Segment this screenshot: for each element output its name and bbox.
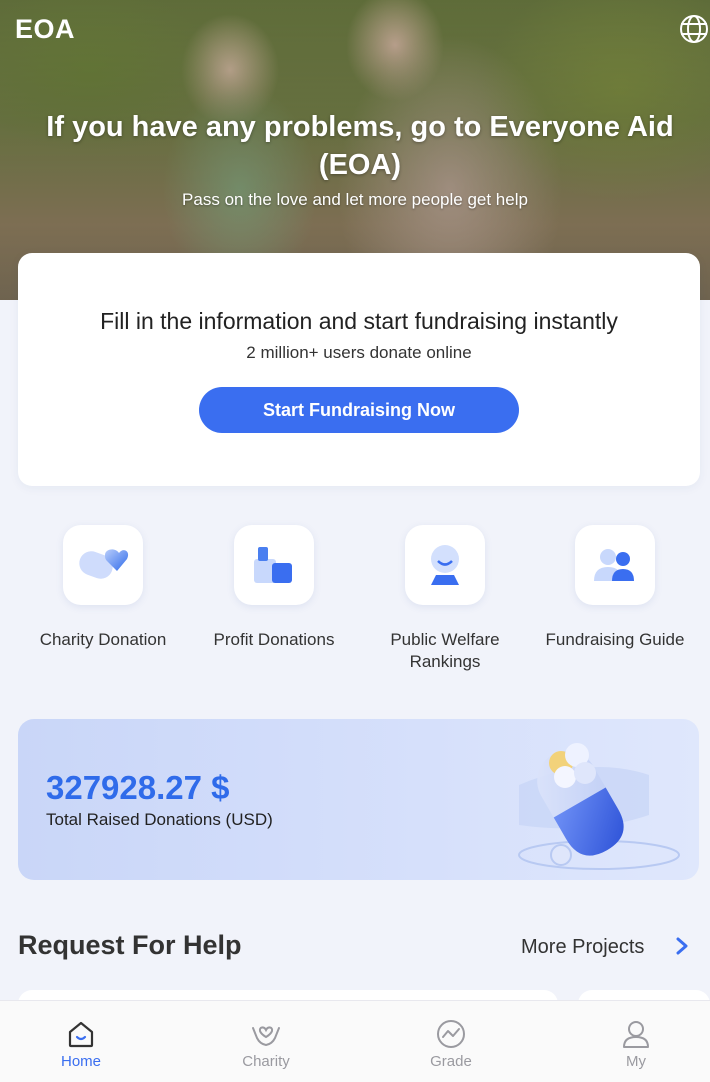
- quick-action-label: Fundraising Guide: [545, 630, 685, 649]
- charity-hands-icon: [252, 1026, 280, 1047]
- user-icon: [623, 1021, 649, 1048]
- nav-my[interactable]: My: [586, 1018, 686, 1070]
- fundraise-card-title: Fill in the information and start fundra…: [100, 308, 618, 334]
- quick-action-label: Public Welfare Rankings: [390, 630, 500, 671]
- grade-chart-icon: [437, 1020, 465, 1048]
- medicine-capsule-icon: [518, 743, 680, 870]
- quick-action-profit-donations[interactable]: Profit Donations: [189, 525, 359, 651]
- quick-action-label: Charity Donation: [39, 630, 167, 649]
- total-raised-banner: 327928.27 $ Total Raised Donations (USD): [18, 719, 699, 880]
- fundraise-card: Fill in the information and start fundra…: [18, 253, 700, 486]
- hero-title: If you have any problems, go to Everyone…: [46, 111, 674, 181]
- hero-subtitle: Pass on the love and let more people get…: [182, 190, 528, 209]
- quick-action-tile[interactable]: [234, 525, 314, 605]
- nav-label: Grade: [430, 1053, 472, 1070]
- home-icon: [68, 1021, 94, 1048]
- fundraise-card-subtitle: 2 million+ users donate online: [246, 343, 472, 362]
- nav-home[interactable]: Home: [31, 1018, 131, 1070]
- quick-action-tile[interactable]: [63, 525, 143, 605]
- start-fundraising-button[interactable]: Start Fundraising Now: [199, 387, 519, 433]
- more-projects-link[interactable]: More Projects: [521, 936, 644, 959]
- nav-charity[interactable]: Charity: [216, 1018, 316, 1070]
- brand-logo: EOA: [15, 14, 76, 44]
- bar-blocks-icon: [254, 547, 292, 583]
- total-raised-label: Total Raised Donations (USD): [46, 810, 273, 829]
- quick-action-public-welfare-rankings[interactable]: Public Welfare Rankings: [360, 525, 530, 673]
- quick-action-charity-donation[interactable]: Charity Donation: [18, 525, 188, 651]
- globe-icon[interactable]: [678, 12, 710, 46]
- total-raised-amount: 327928.27 $: [46, 769, 230, 806]
- bottom-navigation: Home Charity Grade My: [0, 1000, 710, 1082]
- quick-action-fundraising-guide[interactable]: Fundraising Guide: [530, 525, 700, 651]
- nav-label: Home: [60, 1053, 101, 1070]
- nav-label: My: [626, 1053, 646, 1070]
- person-ranking-icon: [431, 545, 459, 585]
- nav-label: Charity: [242, 1053, 290, 1070]
- quick-action-tile[interactable]: [405, 525, 485, 605]
- request-for-help-title: Request For Help: [18, 930, 242, 960]
- chevron-right-icon[interactable]: [675, 936, 689, 956]
- nav-grade[interactable]: Grade: [401, 1018, 501, 1070]
- heart-pill-icon: [79, 549, 129, 579]
- quick-action-tile[interactable]: [575, 525, 655, 605]
- quick-action-label: Profit Donations: [213, 630, 335, 649]
- people-guide-icon: [594, 549, 634, 581]
